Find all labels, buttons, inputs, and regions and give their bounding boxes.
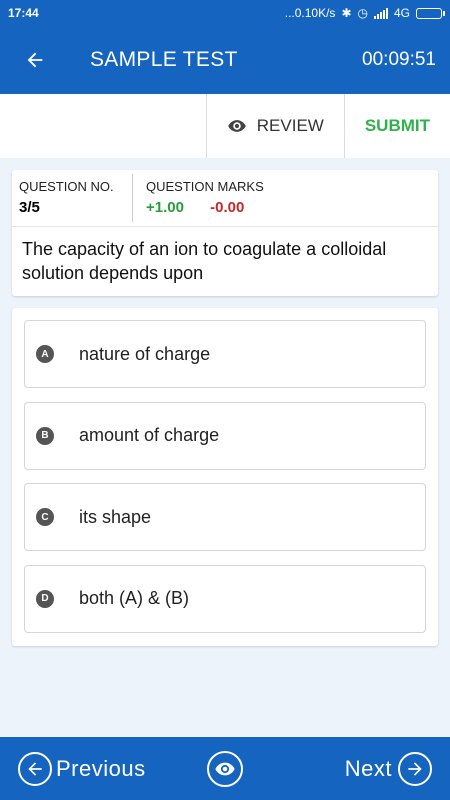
option-letter-badge: B — [36, 426, 54, 445]
bottom-nav-bar: Previous Next — [0, 737, 450, 800]
option-letter-badge: A — [36, 345, 54, 363]
net-speed: ...0.10K/s — [284, 6, 336, 20]
option-text: amount of charge — [79, 425, 220, 445]
option-c[interactable]: C its shape — [24, 483, 426, 551]
option-text: its shape — [79, 506, 152, 527]
eye-icon — [228, 120, 246, 132]
question-marks-label: QUESTION MARKS — [146, 179, 264, 194]
option-letter-badge: C — [36, 508, 54, 526]
option-text: nature of charge — [79, 343, 211, 364]
review-toggle-button[interactable] — [207, 751, 243, 787]
option-text: both (A) & (B) — [79, 588, 190, 608]
battery-icon — [416, 7, 445, 19]
question-marks: QUESTION MARKS +1.00 -0.00 — [133, 170, 264, 226]
question-text: The capacity of an ion to coagulate a co… — [22, 239, 387, 283]
network-type: 4G — [393, 6, 410, 20]
review-button[interactable]: REVIEW — [205, 94, 344, 158]
question-number: QUESTION NO. 3/5 — [12, 174, 133, 222]
arrow-left-icon — [27, 52, 43, 68]
previous-label: Previous — [56, 755, 146, 781]
next-button[interactable]: Next — [344, 751, 432, 786]
status-time: 17:44 — [8, 6, 39, 20]
marks-positive: +1.00 — [146, 199, 184, 216]
eye-icon — [215, 762, 235, 776]
test-timer: 00:09:51 — [362, 49, 436, 70]
alarm-icon: ◷ — [357, 6, 368, 20]
bluetooth-icon: ✱ — [341, 6, 352, 20]
submit-button[interactable]: SUBMIT — [343, 94, 450, 158]
option-b[interactable]: B amount of charge — [24, 401, 426, 470]
page-title: SAMPLE TEST — [90, 48, 238, 71]
signal-icon — [373, 7, 388, 19]
question-meta: QUESTION NO. 3/5 QUESTION MARKS +1.00 -0… — [12, 170, 438, 227]
review-label: REVIEW — [256, 116, 324, 135]
option-a[interactable]: A nature of charge — [24, 320, 426, 388]
app-bar: SAMPLE TEST 00:09:51 — [0, 26, 450, 94]
arrow-left-circle-icon — [18, 751, 52, 786]
question-number-label: QUESTION NO. — [19, 179, 114, 194]
next-label: Next — [344, 755, 392, 781]
status-bar: 17:44 ...0.10K/s ✱ ◷ 4G — [0, 0, 450, 26]
option-d[interactable]: D both (A) & (B) — [24, 564, 426, 633]
option-letter-badge: D — [36, 589, 54, 608]
arrow-right-circle-icon — [398, 751, 432, 786]
status-icons: ...0.10K/s ✱ ◷ 4G — [284, 6, 445, 20]
marks-negative: -0.00 — [210, 199, 245, 216]
options-list: A nature of charge B amount of charge C … — [12, 308, 438, 646]
question-number-value: 3/5 — [19, 199, 40, 216]
previous-button[interactable]: Previous — [18, 751, 146, 786]
question-card: QUESTION NO. 3/5 QUESTION MARKS +1.00 -0… — [12, 170, 438, 296]
back-button[interactable] — [0, 26, 70, 94]
action-bar: REVIEW SUBMIT — [0, 94, 450, 158]
